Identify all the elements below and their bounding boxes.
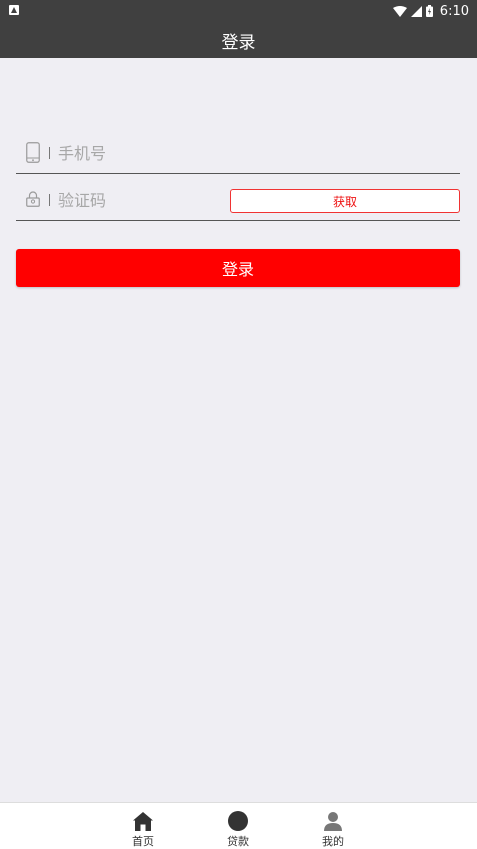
login-button[interactable]: 登录 (16, 249, 460, 287)
signal-icon (410, 5, 422, 17)
person-icon (323, 809, 343, 831)
nav-label-home: 首页 (132, 835, 154, 848)
bottom-nav: 首页 贷款 我的 (0, 802, 477, 849)
phone-field-row (16, 133, 460, 174)
phone-icon (26, 142, 40, 167)
wifi-icon (392, 5, 407, 17)
status-bar: 6:10 (0, 0, 477, 22)
get-code-button[interactable]: 获取 (230, 189, 460, 213)
field-separator (49, 147, 50, 159)
page-title: 登录 (221, 32, 256, 53)
battery-icon (425, 5, 433, 17)
notification-icon (9, 5, 19, 15)
nav-item-home[interactable]: 首页 (113, 803, 173, 849)
lock-icon (26, 191, 40, 211)
nav-label-loan: 贷款 (227, 835, 249, 848)
code-input[interactable] (58, 186, 218, 214)
field-separator (49, 194, 50, 206)
app-header: 登录 (0, 22, 477, 58)
home-icon (133, 809, 153, 831)
circle-icon (228, 809, 248, 831)
nav-item-mine[interactable]: 我的 (303, 803, 363, 849)
status-time: 6:10 (439, 3, 469, 19)
code-field-row: 获取 (16, 180, 460, 221)
phone-input[interactable] (58, 139, 218, 167)
status-indicators: 6:10 (392, 0, 469, 22)
nav-item-loan[interactable]: 贷款 (208, 803, 268, 849)
nav-label-mine: 我的 (322, 835, 344, 848)
